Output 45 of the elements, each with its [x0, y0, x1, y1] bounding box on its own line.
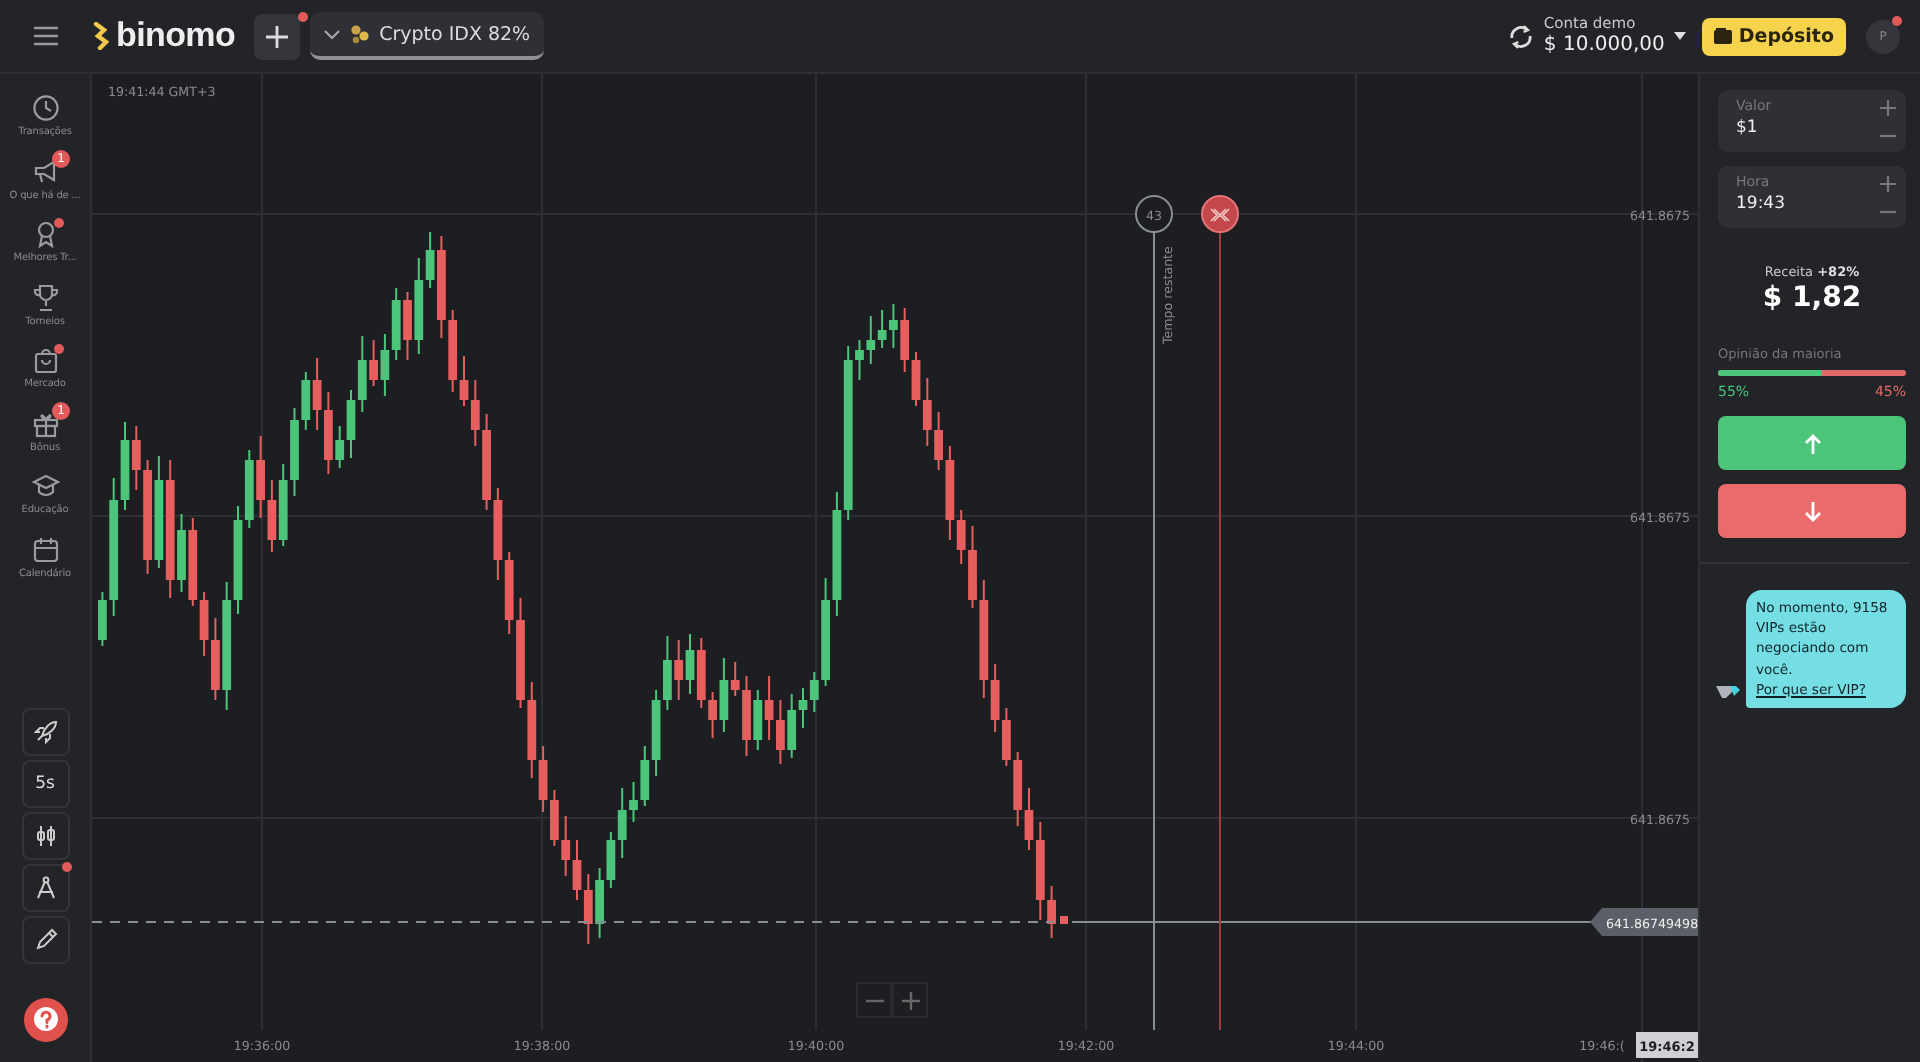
candles-icon [33, 824, 57, 848]
chevron-down-icon [323, 29, 340, 39]
sidebar-icon [31, 283, 59, 311]
payout-value: $ 1,82 [1760, 282, 1864, 314]
asset-tab[interactable]: Crypto IDX 82% [309, 12, 545, 60]
field-value: $1 [1736, 118, 1760, 138]
compass-icon [33, 876, 57, 900]
coins-icon [349, 24, 370, 44]
menu-icon[interactable] [34, 26, 58, 46]
vip-icon [1716, 683, 1740, 700]
sidebar-icon [31, 535, 59, 563]
sidebar-icon [31, 157, 59, 185]
plus-icon [265, 25, 288, 47]
tool-button[interactable] [21, 916, 69, 964]
tool-button[interactable] [21, 708, 69, 756]
arrow-down-icon [1803, 501, 1821, 521]
switch-account-icon[interactable] [1507, 23, 1534, 49]
plus-icon[interactable] [1880, 100, 1896, 116]
sidebar-icon [31, 94, 59, 122]
wallet-icon [1714, 28, 1733, 44]
add-asset-button[interactable] [253, 13, 300, 59]
plus-icon [901, 991, 919, 1009]
plus-icon[interactable] [1880, 176, 1896, 192]
current-price-tag [1590, 908, 1698, 936]
tool-button[interactable] [21, 864, 69, 912]
arrow-up-icon [1803, 433, 1821, 453]
zoom-in-button[interactable] [892, 982, 928, 1018]
zoom-out-button[interactable] [856, 982, 892, 1018]
logo-text: binomo [116, 16, 236, 56]
account-balance: $ 10.000,00 [1543, 33, 1665, 56]
price-marker [1060, 916, 1068, 924]
sidebar-icon [31, 409, 59, 437]
dropdown-caret-icon[interactable] [1674, 32, 1687, 40]
help-button[interactable] [23, 998, 67, 1042]
tool-button[interactable]: 5s [21, 760, 69, 808]
logo-icon [92, 22, 110, 50]
sidebar-icon [31, 472, 59, 500]
finish-flag-icon [1201, 195, 1239, 233]
pencil-icon [33, 928, 57, 952]
deposit-button[interactable]: Depósito [1702, 17, 1846, 55]
rocket-icon [33, 720, 57, 744]
field-value: 19:43 [1736, 194, 1785, 214]
tool-button[interactable] [21, 812, 69, 860]
sidebar-icon [31, 346, 59, 374]
countdown-circle [1135, 195, 1173, 233]
